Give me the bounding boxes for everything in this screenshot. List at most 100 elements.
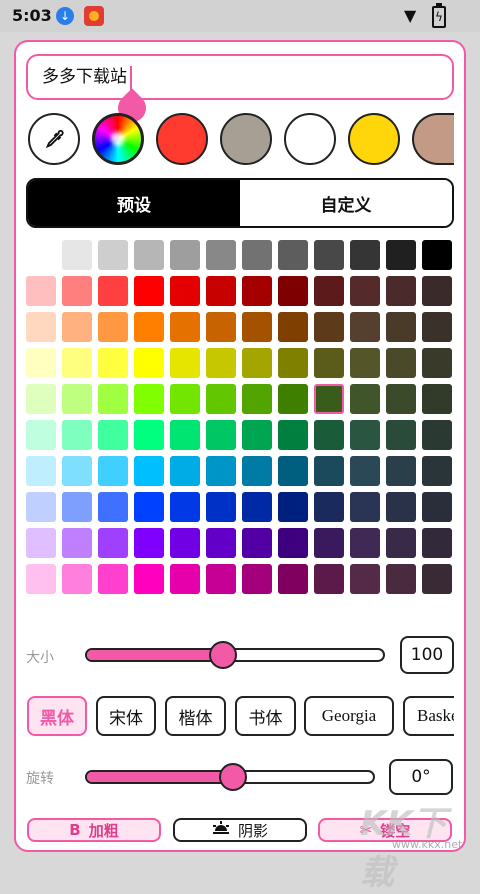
palette-color-cell[interactable] bbox=[206, 564, 236, 594]
palette-color-cell[interactable] bbox=[242, 456, 272, 486]
palette-color-cell[interactable] bbox=[242, 384, 272, 414]
palette-color-cell[interactable] bbox=[170, 564, 200, 594]
palette-color-cell[interactable] bbox=[314, 456, 344, 486]
palette-color-cell[interactable] bbox=[314, 564, 344, 594]
palette-color-cell[interactable] bbox=[422, 312, 452, 342]
palette-color-cell[interactable] bbox=[350, 276, 380, 306]
palette-color-cell[interactable] bbox=[314, 420, 344, 450]
palette-color-cell[interactable] bbox=[170, 384, 200, 414]
palette-color-cell[interactable] bbox=[170, 420, 200, 450]
palette-color-cell[interactable] bbox=[98, 564, 128, 594]
palette-color-cell[interactable] bbox=[422, 528, 452, 558]
palette-color-cell[interactable] bbox=[62, 276, 92, 306]
palette-color-cell[interactable] bbox=[98, 384, 128, 414]
size-slider-thumb[interactable] bbox=[209, 641, 237, 669]
palette-color-cell[interactable] bbox=[62, 492, 92, 522]
palette-color-cell[interactable] bbox=[350, 240, 380, 270]
palette-color-cell[interactable] bbox=[386, 240, 416, 270]
color-swatch-red[interactable] bbox=[156, 113, 208, 165]
palette-color-cell[interactable] bbox=[386, 348, 416, 378]
palette-color-cell[interactable] bbox=[26, 420, 56, 450]
font-option[interactable]: 黑体 bbox=[27, 696, 87, 736]
palette-color-cell[interactable] bbox=[26, 240, 56, 270]
palette-color-cell[interactable] bbox=[350, 384, 380, 414]
palette-color-cell[interactable] bbox=[278, 348, 308, 378]
palette-color-cell[interactable] bbox=[242, 492, 272, 522]
palette-color-cell[interactable] bbox=[206, 348, 236, 378]
palette-color-cell[interactable] bbox=[26, 492, 56, 522]
palette-color-cell[interactable] bbox=[98, 528, 128, 558]
palette-color-cell[interactable] bbox=[350, 312, 380, 342]
palette-color-cell[interactable] bbox=[26, 312, 56, 342]
palette-color-cell[interactable] bbox=[278, 312, 308, 342]
palette-color-cell[interactable] bbox=[62, 456, 92, 486]
palette-color-cell[interactable] bbox=[386, 564, 416, 594]
eyedropper-button[interactable] bbox=[28, 113, 80, 165]
palette-color-cell[interactable] bbox=[134, 276, 164, 306]
palette-color-cell[interactable] bbox=[278, 384, 308, 414]
rotation-value[interactable]: 0° bbox=[389, 759, 453, 795]
color-swatch-white[interactable] bbox=[284, 113, 336, 165]
palette-color-cell[interactable] bbox=[242, 528, 272, 558]
palette-color-cell[interactable] bbox=[350, 420, 380, 450]
palette-color-cell[interactable] bbox=[134, 312, 164, 342]
palette-color-cell[interactable] bbox=[422, 348, 452, 378]
palette-color-cell[interactable] bbox=[98, 240, 128, 270]
palette-color-cell[interactable] bbox=[278, 240, 308, 270]
palette-color-cell[interactable] bbox=[314, 492, 344, 522]
palette-color-cell[interactable] bbox=[242, 348, 272, 378]
palette-color-cell[interactable] bbox=[206, 456, 236, 486]
palette-color-cell[interactable] bbox=[278, 420, 308, 450]
palette-color-cell[interactable] bbox=[98, 456, 128, 486]
palette-color-cell[interactable] bbox=[386, 492, 416, 522]
palette-color-cell[interactable] bbox=[422, 564, 452, 594]
palette-color-cell[interactable] bbox=[206, 384, 236, 414]
shadow-button[interactable]: 阴影 bbox=[173, 818, 307, 842]
palette-color-cell[interactable] bbox=[314, 276, 344, 306]
palette-color-cell[interactable] bbox=[26, 348, 56, 378]
font-option[interactable]: 书体 bbox=[235, 696, 296, 736]
palette-color-cell[interactable] bbox=[278, 528, 308, 558]
palette-color-cell[interactable] bbox=[170, 276, 200, 306]
palette-color-cell[interactable] bbox=[98, 492, 128, 522]
tab-custom[interactable]: 自定义 bbox=[240, 180, 452, 226]
palette-color-cell[interactable] bbox=[134, 492, 164, 522]
palette-color-cell[interactable] bbox=[170, 312, 200, 342]
palette-color-cell[interactable] bbox=[242, 564, 272, 594]
palette-color-cell[interactable] bbox=[314, 312, 344, 342]
palette-color-cell[interactable] bbox=[170, 348, 200, 378]
palette-color-cell[interactable] bbox=[62, 384, 92, 414]
palette-color-cell[interactable] bbox=[26, 564, 56, 594]
palette-color-cell[interactable] bbox=[350, 492, 380, 522]
bold-button[interactable]: B 加粗 bbox=[27, 818, 161, 842]
palette-color-cell[interactable] bbox=[26, 528, 56, 558]
palette-color-cell[interactable] bbox=[98, 312, 128, 342]
palette-color-cell[interactable] bbox=[422, 456, 452, 486]
palette-color-cell[interactable] bbox=[350, 456, 380, 486]
palette-color-cell[interactable] bbox=[242, 276, 272, 306]
palette-color-cell[interactable] bbox=[206, 276, 236, 306]
palette-color-cell[interactable] bbox=[170, 456, 200, 486]
palette-color-cell[interactable] bbox=[62, 420, 92, 450]
palette-color-cell[interactable] bbox=[242, 420, 272, 450]
palette-color-cell[interactable] bbox=[422, 384, 452, 414]
palette-color-cell[interactable] bbox=[350, 564, 380, 594]
palette-color-cell[interactable] bbox=[206, 420, 236, 450]
palette-color-cell[interactable] bbox=[26, 276, 56, 306]
text-input[interactable]: 多多下载站 bbox=[26, 54, 454, 100]
palette-color-cell[interactable] bbox=[134, 384, 164, 414]
palette-color-cell[interactable] bbox=[26, 456, 56, 486]
palette-color-cell[interactable] bbox=[98, 348, 128, 378]
font-option[interactable]: 宋体 bbox=[96, 696, 156, 736]
palette-color-cell[interactable] bbox=[278, 492, 308, 522]
palette-color-cell[interactable] bbox=[386, 420, 416, 450]
font-option[interactable]: Georgia bbox=[304, 696, 394, 736]
palette-color-cell[interactable] bbox=[134, 420, 164, 450]
palette-color-cell[interactable] bbox=[26, 384, 56, 414]
palette-color-cell[interactable] bbox=[422, 420, 452, 450]
palette-color-cell[interactable] bbox=[134, 528, 164, 558]
rotation-slider-thumb[interactable] bbox=[218, 763, 247, 791]
palette-color-cell[interactable] bbox=[386, 456, 416, 486]
palette-color-cell[interactable] bbox=[386, 384, 416, 414]
font-option[interactable]: Baskerville bbox=[403, 696, 454, 736]
